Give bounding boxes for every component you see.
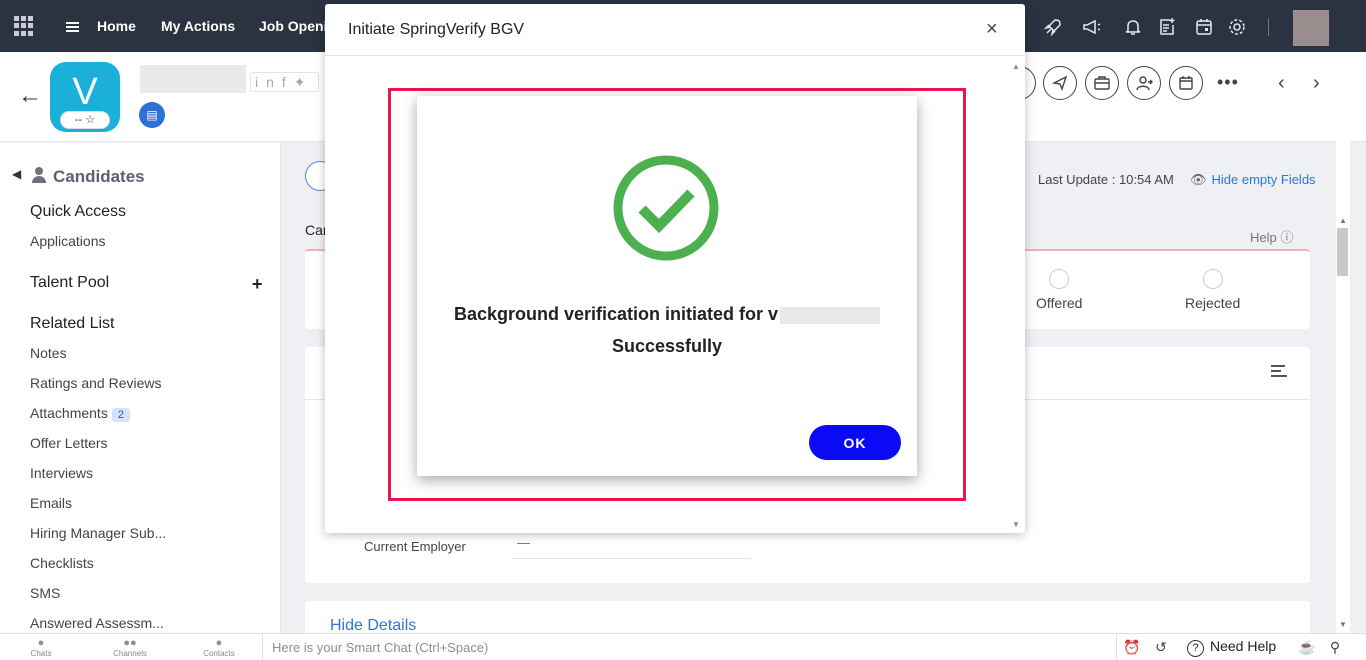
app-grid-icon[interactable] xyxy=(14,16,34,36)
schedule-icon[interactable] xyxy=(1169,66,1203,100)
facebook-icon[interactable]: f xyxy=(282,74,294,90)
hide-empty-fields-link[interactable]: 👁 Hide empty Fields xyxy=(1190,172,1316,188)
collapse-sidebar-icon[interactable]: ◀ xyxy=(12,167,21,181)
eye-slash-icon: 👁 xyxy=(1190,172,1207,187)
talent-pool-heading[interactable]: Talent Pool xyxy=(30,274,109,292)
rating-pill[interactable]: -- ☆ xyxy=(60,111,110,129)
sidebar-title[interactable]: Candidates xyxy=(53,167,145,187)
success-message: Background verification initiated for v … xyxy=(437,298,897,362)
attachments-count-badge: 2 xyxy=(111,408,130,422)
bottom-bar: ● Chats ●● Channels ● Contacts Here is your… xyxy=(0,633,1366,660)
sidebar-item-applications[interactable]: Applications xyxy=(30,233,106,249)
nav-home[interactable]: Home xyxy=(97,18,136,34)
contacts-icon: ● xyxy=(215,637,223,649)
divider xyxy=(1268,18,1269,36)
last-update-text: Last Update : 10:54 AM xyxy=(1038,172,1174,187)
sidebar-item-interviews[interactable]: Interviews xyxy=(30,465,93,481)
alarm-clock-icon[interactable]: ⏰ xyxy=(1123,638,1141,656)
need-help-label: Need Help xyxy=(1210,638,1277,654)
scroll-down-icon[interactable]: ▼ xyxy=(1012,520,1020,529)
chat-icon: ● xyxy=(37,637,45,649)
user-avatar[interactable] xyxy=(1293,10,1329,46)
sidebar-item-attachments[interactable]: Attachments 2 xyxy=(30,405,130,422)
sidebar-item-emails[interactable]: Emails xyxy=(30,495,72,511)
linkedin-icon[interactable]: in xyxy=(255,74,282,90)
add-note-icon[interactable] xyxy=(1157,17,1177,37)
related-list-heading: Related List xyxy=(30,315,115,332)
back-arrow-icon[interactable]: ← xyxy=(18,82,42,110)
success-line-1: Background verification initiated for v xyxy=(453,304,779,324)
related-list-sidebar: ◀ Candidates Quick Access Applications T… xyxy=(0,143,281,633)
social-links[interactable]: inf✦ xyxy=(250,72,319,92)
history-icon[interactable]: ↺ xyxy=(1152,638,1170,656)
assign-user-icon[interactable] xyxy=(1127,66,1161,100)
question-icon: ? xyxy=(1187,640,1204,657)
menu-icon[interactable] xyxy=(66,22,79,32)
settings-gear-icon[interactable] xyxy=(1227,17,1247,37)
help-link[interactable]: Help ⓘ xyxy=(1250,227,1293,246)
briefcase-icon[interactable] xyxy=(1085,66,1119,100)
dialog-scrollbar[interactable]: ▲ ▼ xyxy=(1011,60,1021,530)
close-icon[interactable]: × xyxy=(986,18,998,41)
sidebar-item-assessments[interactable]: Answered Assessm... xyxy=(30,615,164,631)
success-popup: Background verification initiated for v … xyxy=(417,96,917,476)
twitter-icon[interactable]: ✦ xyxy=(294,74,314,90)
tab-label: Channels xyxy=(113,649,147,658)
sidebar-item-offer-letters[interactable]: Offer Letters xyxy=(30,435,108,451)
sidebar-item-label: Attachments xyxy=(30,405,108,421)
page-scrollbar[interactable]: ▲ ▼ xyxy=(1336,52,1350,633)
quick-access-heading: Quick Access xyxy=(30,203,127,220)
divider xyxy=(325,55,1025,56)
current-employer-value[interactable]: — xyxy=(511,535,751,559)
sidebar-item-sms[interactable]: SMS xyxy=(30,585,60,601)
sidebar-item-notes[interactable]: Notes xyxy=(30,345,67,361)
ok-button[interactable]: OK xyxy=(809,425,901,460)
candidate-name-redacted xyxy=(780,306,881,324)
stage-dot xyxy=(1049,269,1070,289)
rocket-icon[interactable] xyxy=(1043,17,1063,37)
calendar-icon[interactable] xyxy=(1194,17,1214,37)
scroll-up-icon[interactable]: ▲ xyxy=(1339,216,1347,225)
scroll-up-icon[interactable]: ▲ xyxy=(1012,62,1020,71)
search-icon[interactable]: ⚲ xyxy=(1326,638,1344,656)
previous-record-icon[interactable]: ‹ xyxy=(1278,72,1285,95)
sidebar-item-ratings[interactable]: Ratings and Reviews xyxy=(30,375,162,391)
scroll-thumb[interactable] xyxy=(1337,228,1348,276)
resume-document-icon[interactable]: ▤ xyxy=(139,102,165,128)
stage-dot xyxy=(1202,269,1223,289)
add-talent-pool-icon[interactable]: + xyxy=(252,274,263,295)
nav-job-openings[interactable]: Job Openi xyxy=(259,18,327,34)
stage-label: Offered xyxy=(1036,295,1083,311)
help-label: Help xyxy=(1250,230,1277,245)
current-employer-label: Current Employer xyxy=(364,539,466,554)
channels-icon: ●● xyxy=(123,637,137,649)
next-record-icon[interactable]: › xyxy=(1313,72,1320,95)
chats-tab[interactable]: ● Chats xyxy=(11,637,71,658)
coffee-cup-icon[interactable]: ☕ xyxy=(1298,638,1316,656)
megaphone-icon[interactable] xyxy=(1081,17,1101,37)
need-help-button[interactable]: ? Need Help xyxy=(1187,638,1276,657)
bell-icon[interactable] xyxy=(1123,17,1143,37)
success-line-2: Successfully xyxy=(611,336,723,356)
smart-chat-input[interactable]: Here is your Smart Chat (Ctrl+Space) xyxy=(262,634,1117,660)
success-check-icon xyxy=(613,155,719,261)
tab-label: Chats xyxy=(30,649,52,658)
contacts-tab[interactable]: ● Contacts xyxy=(189,637,249,658)
scroll-down-icon[interactable]: ▼ xyxy=(1339,620,1347,629)
channels-tab[interactable]: ●● Channels xyxy=(100,637,160,658)
hide-empty-label: Hide empty Fields xyxy=(1211,172,1316,187)
dialog-title: Initiate SpringVerify BGV xyxy=(348,21,525,38)
sidebar-item-hiring-manager[interactable]: Hiring Manager Sub... xyxy=(30,525,166,541)
stage-label: Rejected xyxy=(1185,295,1241,311)
nav-my-actions[interactable]: My Actions xyxy=(161,18,235,34)
sidebar-item-checklists[interactable]: Checklists xyxy=(30,555,94,571)
send-icon[interactable] xyxy=(1043,66,1077,100)
more-options-icon[interactable]: ••• xyxy=(1217,72,1239,93)
stage-rejected[interactable]: Rejected xyxy=(1185,269,1240,311)
list-view-icon[interactable] xyxy=(1271,365,1287,379)
stage-offered[interactable]: Offered xyxy=(1036,269,1082,311)
user-icon xyxy=(32,167,46,183)
tab-label: Contacts xyxy=(203,649,235,658)
candidate-name-redacted xyxy=(140,65,246,93)
